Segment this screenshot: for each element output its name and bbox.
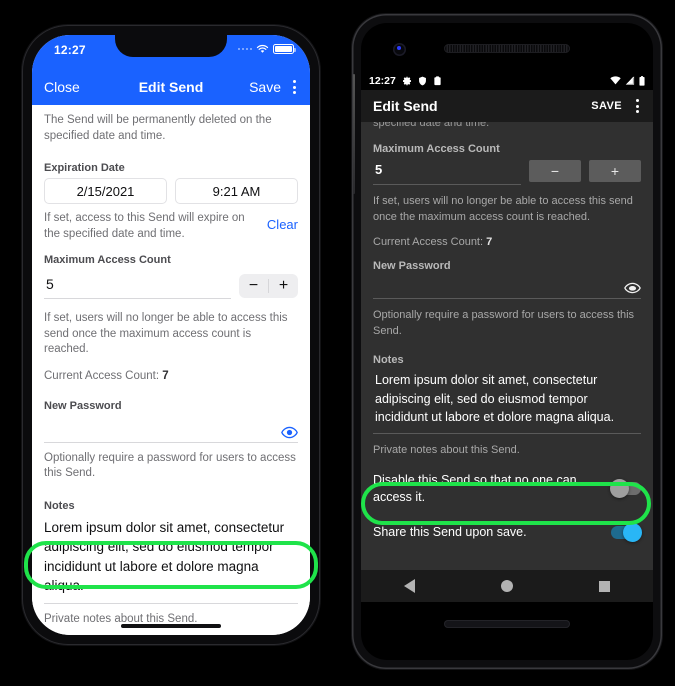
max-access-count-input[interactable]: 5: [373, 157, 521, 185]
ios-notch: [115, 35, 227, 57]
stepper-minus-button[interactable]: −: [529, 160, 581, 182]
ios-navigation-bar: Close Edit Send Save: [32, 69, 310, 105]
max-access-count-row: 5 − +: [32, 270, 310, 303]
max-access-count-label: Maximum Access Count: [44, 254, 171, 267]
max-access-helper-text: If set, users will no longer be able to …: [373, 195, 633, 223]
stepper-plus-button[interactable]: +: [589, 160, 641, 182]
recents-square-icon[interactable]: [599, 580, 610, 592]
android-bottom-bezel: [361, 602, 653, 660]
eye-icon[interactable]: [624, 282, 641, 294]
notes-helper-text: Private notes about this Send.: [44, 612, 198, 625]
toggle-knob: [610, 479, 629, 499]
max-access-helper-text: If set, users will no longer be able to …: [44, 312, 288, 356]
new-password-label: New Password: [44, 399, 122, 412]
ios-signal-dots-icon: [237, 47, 252, 51]
delete-helper-text: The Send will be permanently deleted on …: [44, 114, 272, 142]
clear-button[interactable]: Clear: [267, 211, 298, 232]
expiration-time-field[interactable]: 9:21 AM: [175, 178, 298, 205]
scrolled-helper-text: specified date and time.: [373, 122, 490, 129]
earpiece-speaker: [444, 44, 570, 53]
notes-label: Notes: [44, 499, 75, 512]
android-status-time: 12:27: [369, 74, 396, 87]
android-device-frame: 12:27 Edit Send SAVE specified date and …: [352, 14, 662, 669]
max-access-count-label: Maximum Access Count: [373, 143, 500, 155]
new-password-row[interactable]: [361, 274, 653, 298]
kebab-menu-icon[interactable]: [634, 97, 641, 115]
android-screen: 12:27 Edit Send SAVE specified date and …: [361, 71, 653, 602]
save-button[interactable]: Save: [249, 79, 281, 95]
ios-status-time: 12:27: [54, 43, 86, 57]
close-button[interactable]: Close: [44, 79, 80, 95]
new-password-row[interactable]: [32, 416, 310, 442]
current-access-count-value: 7: [162, 369, 169, 382]
notes-helper-text: Private notes about this Send.: [373, 444, 520, 456]
new-password-label: New Password: [373, 259, 451, 272]
current-access-count: Current Access Count: 7: [361, 230, 653, 250]
notes-input[interactable]: Lorem ipsum dolor sit amet, consectetur …: [361, 368, 653, 433]
bottom-speaker: [444, 620, 570, 628]
current-access-count-value: 7: [486, 235, 493, 248]
home-circle-icon[interactable]: [501, 580, 513, 592]
password-helper-text: Optionally require a password for users …: [373, 308, 635, 337]
current-access-count-label: Current Access Count:: [373, 235, 487, 248]
front-camera-icon: [393, 43, 406, 56]
gear-icon: [402, 76, 411, 85]
disable-send-label: Disable this Send so that no one can acc…: [373, 472, 577, 504]
back-triangle-icon[interactable]: [404, 579, 415, 593]
iphone-screen: 12:27 Close Edit Send Save The Send will…: [32, 35, 310, 635]
expiration-helper-row: If set, access to this Send will expire …: [32, 204, 310, 246]
battery-icon: [273, 44, 296, 54]
signal-icon: [625, 76, 635, 85]
battery-icon: [639, 75, 645, 86]
max-access-count-row: 5 − +: [361, 157, 653, 185]
disable-send-toggle[interactable]: [610, 479, 641, 499]
save-button[interactable]: SAVE: [591, 100, 622, 112]
quantity-stepper[interactable]: − +: [239, 273, 298, 298]
ios-status-bar: 12:27: [32, 35, 310, 69]
wifi-icon: [610, 76, 621, 85]
shield-icon: [418, 76, 426, 85]
expiration-helper-text: If set, access to this Send will expire …: [44, 212, 245, 240]
share-send-row[interactable]: Share this Send upon save.: [361, 514, 653, 550]
disable-send-row[interactable]: Disable this Send so that no one can acc…: [361, 462, 653, 515]
stepper-plus-button[interactable]: +: [269, 274, 298, 298]
password-helper-text: Optionally require a password for users …: [44, 451, 296, 480]
android-status-bar: 12:27: [361, 71, 653, 90]
share-send-toggle[interactable]: [611, 522, 642, 542]
notes-input[interactable]: Lorem ipsum dolor sit amet, consectetur …: [32, 516, 310, 603]
android-form-content[interactable]: specified date and time. Maximum Access …: [361, 122, 653, 570]
max-access-count-input[interactable]: 5: [44, 272, 231, 300]
eye-icon[interactable]: [281, 426, 298, 439]
stepper-minus-button[interactable]: −: [239, 274, 268, 298]
share-send-label: Share this Send upon save.: [373, 524, 527, 539]
iphone-device-frame: 12:27 Close Edit Send Save The Send will…: [22, 25, 320, 645]
page-title: Edit Send: [373, 98, 438, 114]
wifi-icon: [256, 44, 269, 53]
clipboard-icon: [434, 75, 441, 85]
current-access-count: Current Access Count: 7: [32, 368, 310, 392]
expiration-date-label: Expiration Date: [44, 162, 125, 175]
screenshot-canvas: 12:27 Close Edit Send Save The Send will…: [0, 0, 675, 686]
home-indicator: [121, 624, 221, 628]
android-navigation-bar[interactable]: [361, 570, 653, 602]
kebab-menu-icon[interactable]: [291, 78, 298, 96]
android-toolbar: Edit Send SAVE: [361, 90, 653, 122]
expiration-date-field[interactable]: 2/15/2021: [44, 178, 167, 205]
current-access-count-label: Current Access Count:: [44, 369, 163, 382]
ios-status-icons: [237, 44, 296, 54]
ios-form-content[interactable]: The Send will be permanently deleted on …: [32, 105, 310, 635]
toggle-knob: [623, 522, 642, 542]
notes-label: Notes: [373, 353, 404, 366]
expiration-date-row: 2/15/2021 9:21 AM: [32, 178, 310, 205]
